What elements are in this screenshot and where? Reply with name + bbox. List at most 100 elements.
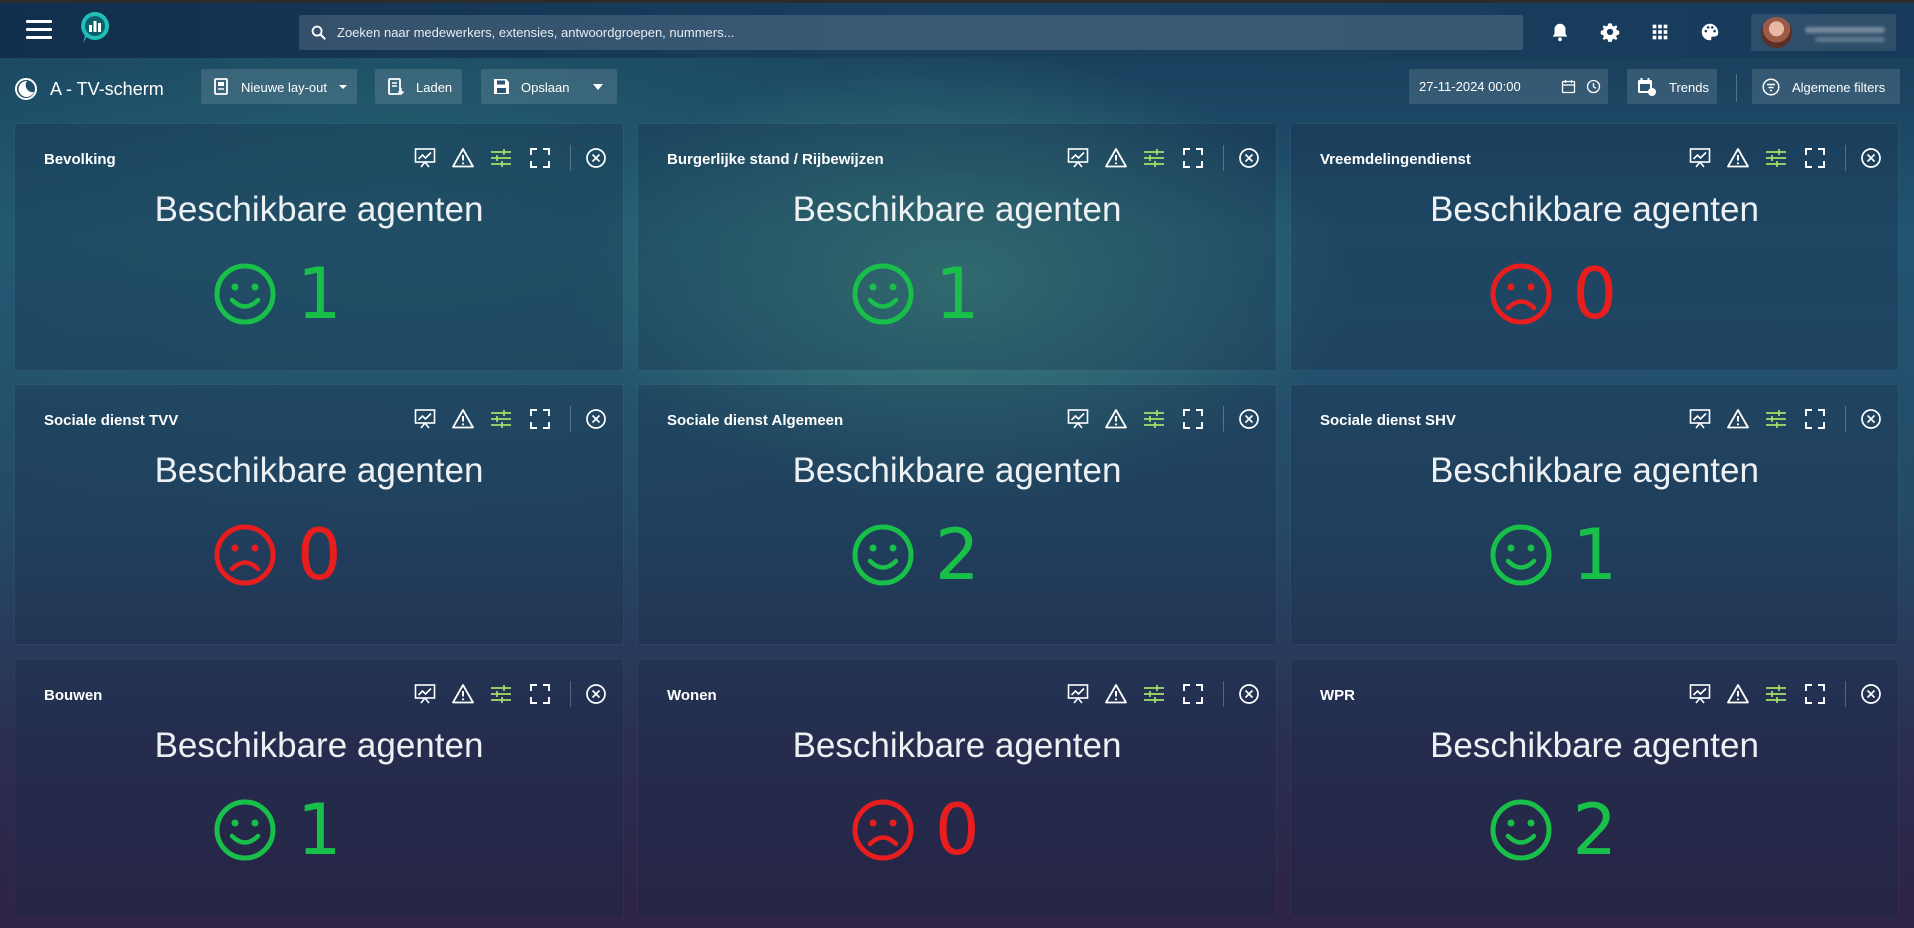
palette-icon[interactable] — [1699, 21, 1721, 43]
app-logo-icon[interactable] — [79, 10, 111, 46]
sliders-icon[interactable] — [1142, 146, 1166, 170]
close-icon[interactable] — [584, 146, 608, 170]
new-layout-label: Nieuwe lay-out — [241, 80, 327, 95]
fullscreen-icon[interactable] — [528, 407, 552, 431]
warning-icon[interactable] — [451, 682, 475, 706]
warning-icon[interactable] — [451, 146, 475, 170]
floppy-disk-icon — [494, 79, 509, 94]
fullscreen-icon[interactable] — [1181, 682, 1205, 706]
sliders-icon[interactable] — [1764, 407, 1788, 431]
panel-title: Burgerlijke stand / Rijbewijzen — [667, 151, 884, 168]
dashboard-panel: Sociale dienst TVV Beschikbare agenten 0 — [15, 385, 623, 644]
close-icon[interactable] — [584, 407, 608, 431]
panel-title: Bouwen — [44, 687, 103, 704]
monitor-chart-icon[interactable] — [1066, 682, 1090, 706]
metric-label: Beschikbare agenten — [154, 726, 484, 765]
sliders-icon[interactable] — [1764, 146, 1788, 170]
monitor-chart-icon[interactable] — [413, 407, 437, 431]
monitor-chart-icon[interactable] — [1066, 146, 1090, 170]
filter-icon — [1762, 78, 1780, 96]
panel-title: Sociale dienst SHV — [1320, 412, 1456, 429]
close-icon[interactable] — [1859, 682, 1883, 706]
panel-icon-divider — [570, 406, 571, 432]
sliders-icon[interactable] — [489, 146, 513, 170]
smiley-sad-icon — [852, 799, 914, 861]
close-icon[interactable] — [1859, 407, 1883, 431]
user-menu[interactable] — [1751, 14, 1896, 51]
warning-icon[interactable] — [451, 407, 475, 431]
monitor-chart-icon[interactable] — [1066, 407, 1090, 431]
menu-icon[interactable] — [26, 20, 52, 42]
warning-icon[interactable] — [1104, 146, 1128, 170]
fullscreen-icon[interactable] — [1181, 146, 1205, 170]
layout-icon — [214, 78, 228, 95]
close-icon[interactable] — [1237, 407, 1261, 431]
warning-icon[interactable] — [1104, 407, 1128, 431]
metric-label: Beschikbare agenten — [1430, 726, 1759, 765]
monitor-chart-icon[interactable] — [1688, 407, 1712, 431]
monitor-chart-icon[interactable] — [1688, 682, 1712, 706]
panel-title: Sociale dienst Algemeen — [667, 412, 844, 429]
panel-title: Bevolking — [44, 151, 116, 168]
panel-icon-divider — [570, 681, 571, 707]
dashboard-panel: Vreemdelingendienst Beschikbare agenten 0 — [1291, 124, 1898, 370]
page-title: A - TV-scherm — [50, 79, 164, 99]
agent-count: 1 — [297, 789, 342, 871]
warning-icon[interactable] — [1104, 682, 1128, 706]
date-picker[interactable] — [1409, 69, 1608, 104]
smiley-happy-icon — [214, 799, 276, 861]
fullscreen-icon[interactable] — [1803, 146, 1827, 170]
trends-button[interactable]: Trends — [1627, 69, 1717, 104]
apps-grid-icon[interactable] — [1649, 21, 1671, 43]
moon-icon — [15, 78, 37, 100]
monitor-chart-icon[interactable] — [413, 682, 437, 706]
dashboard-panel: Sociale dienst Algemeen Beschikbare agen… — [638, 385, 1276, 644]
search-input[interactable] — [337, 15, 1507, 50]
fullscreen-icon[interactable] — [528, 146, 552, 170]
sliders-icon[interactable] — [489, 407, 513, 431]
fullscreen-icon[interactable] — [528, 682, 552, 706]
close-icon[interactable] — [584, 682, 608, 706]
sliders-icon[interactable] — [1142, 407, 1166, 431]
dashboard-panel: Burgerlijke stand / Rijbewijzen Beschikb… — [638, 124, 1276, 370]
bell-icon[interactable] — [1549, 21, 1571, 43]
gear-icon[interactable] — [1599, 21, 1621, 43]
panel-title: Vreemdelingendienst — [1320, 151, 1471, 168]
sliders-icon[interactable] — [1142, 682, 1166, 706]
dashboard-panel: Sociale dienst SHV Beschikbare agenten 1 — [1291, 385, 1898, 644]
calendar-trend-icon — [1638, 78, 1656, 96]
close-icon[interactable] — [1237, 146, 1261, 170]
search-box[interactable] — [299, 15, 1523, 50]
date-input[interactable] — [1419, 69, 1559, 104]
toolbar-divider — [1736, 74, 1737, 102]
search-icon — [311, 25, 326, 40]
smiley-sad-icon — [214, 524, 276, 586]
sliders-icon[interactable] — [489, 682, 513, 706]
warning-icon[interactable] — [1726, 146, 1750, 170]
panel-title: Sociale dienst TVV — [44, 412, 179, 429]
metric-label: Beschikbare agenten — [1430, 190, 1759, 229]
fullscreen-icon[interactable] — [1181, 407, 1205, 431]
user-name-redacted — [1805, 27, 1885, 33]
general-filters-button[interactable]: Algemene filters — [1752, 69, 1900, 104]
monitor-chart-icon[interactable] — [1688, 146, 1712, 170]
fullscreen-icon[interactable] — [1803, 682, 1827, 706]
clock-icon[interactable] — [1586, 79, 1601, 94]
warning-icon[interactable] — [1726, 407, 1750, 431]
close-icon[interactable] — [1237, 682, 1261, 706]
panel-title: Wonen — [667, 687, 717, 704]
save-button[interactable]: Opslaan — [481, 69, 617, 104]
new-layout-button[interactable]: Nieuwe lay-out — [201, 69, 357, 104]
panel-icon-divider — [1845, 681, 1846, 707]
smiley-sad-icon — [1490, 263, 1551, 325]
warning-icon[interactable] — [1726, 682, 1750, 706]
sliders-icon[interactable] — [1764, 682, 1788, 706]
general-filters-label: Algemene filters — [1792, 80, 1886, 95]
calendar-icon[interactable] — [1561, 79, 1576, 94]
monitor-chart-icon[interactable] — [413, 146, 437, 170]
load-button[interactable]: Laden — [375, 69, 462, 104]
smiley-happy-icon — [214, 263, 276, 325]
fullscreen-icon[interactable] — [1803, 407, 1827, 431]
save-dropdown-chevron-icon[interactable] — [593, 84, 603, 90]
close-icon[interactable] — [1859, 146, 1883, 170]
